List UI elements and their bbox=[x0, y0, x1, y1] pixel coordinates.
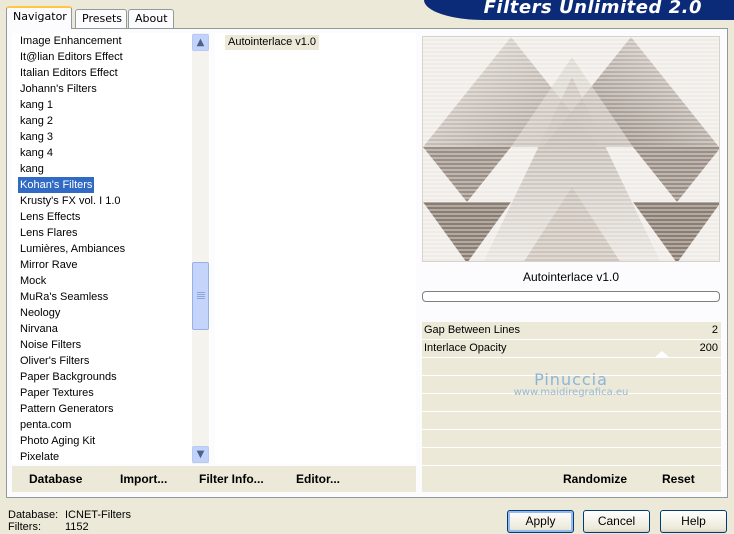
import-button[interactable]: Import... bbox=[120, 472, 167, 486]
filters-value: 1152 bbox=[65, 521, 89, 533]
category-item[interactable]: Krusty's FX vol. I 1.0 bbox=[18, 193, 198, 209]
category-item[interactable]: Kohan's Filters bbox=[18, 177, 94, 193]
database-value: ICNET-Filters bbox=[65, 509, 131, 521]
watermark-url: www.maidiregrafica.eu bbox=[513, 387, 629, 398]
category-item[interactable]: Image Enhancement bbox=[18, 33, 198, 49]
right-toolbar: Randomize Reset bbox=[422, 466, 721, 492]
category-item[interactable]: Nirvana bbox=[18, 321, 198, 337]
scroll-thumb[interactable] bbox=[192, 262, 209, 330]
apply-button[interactable]: Apply bbox=[507, 510, 574, 533]
filters-info: Filters: 1152 bbox=[8, 521, 89, 533]
category-item[interactable]: Noise Filters bbox=[18, 337, 198, 353]
category-item[interactable]: Lens Effects bbox=[18, 209, 198, 225]
category-item[interactable]: It@lian Editors Effect bbox=[18, 49, 198, 65]
category-item[interactable]: Pixelate bbox=[18, 449, 198, 464]
category-item[interactable]: kang bbox=[18, 161, 198, 177]
database-button[interactable]: Database bbox=[29, 472, 82, 486]
help-button[interactable]: Help bbox=[660, 510, 727, 533]
category-scrollbar[interactable]: ▲ ▼ bbox=[192, 33, 209, 464]
param-label: Interlace Opacity bbox=[424, 342, 507, 354]
tab-about[interactable]: About bbox=[128, 9, 174, 29]
category-item[interactable]: Lumières, Ambiances bbox=[18, 241, 198, 257]
param-empty bbox=[422, 430, 721, 448]
preview-filter-name: Autointerlace v1.0 bbox=[522, 270, 620, 284]
category-item[interactable]: kang 1 bbox=[18, 97, 198, 113]
category-item[interactable]: Neology bbox=[18, 305, 198, 321]
param-label: Gap Between Lines bbox=[424, 324, 521, 336]
param-value[interactable]: 2 bbox=[712, 324, 718, 336]
category-item[interactable]: Photo Aging Kit bbox=[18, 433, 198, 449]
database-info: Database: ICNET-Filters bbox=[8, 509, 131, 521]
param-gap-between-lines[interactable]: Gap Between Lines 2 bbox=[422, 322, 721, 340]
brand-title: Filters Unlimited 2.0 bbox=[483, 0, 702, 18]
scroll-up-button[interactable]: ▲ bbox=[192, 34, 209, 51]
left-toolbar: Database Import... Filter Info... Editor… bbox=[12, 466, 416, 492]
category-item[interactable]: Italian Editors Effect bbox=[18, 65, 198, 81]
filter-item-selected[interactable]: Autointerlace v1.0 bbox=[225, 35, 320, 50]
scroll-down-button[interactable]: ▼ bbox=[192, 446, 209, 463]
category-item[interactable]: MuRa's Seamless bbox=[18, 289, 198, 305]
brand-banner: Filters Unlimited 2.0 bbox=[424, 0, 734, 20]
preview-image bbox=[422, 36, 720, 262]
progress-bar bbox=[422, 291, 720, 302]
tab-presets[interactable]: Presets bbox=[75, 9, 127, 29]
category-item[interactable]: Paper Textures bbox=[18, 385, 198, 401]
category-item[interactable]: kang 2 bbox=[18, 113, 198, 129]
param-empty bbox=[422, 412, 721, 430]
category-item[interactable]: Pattern Generators bbox=[18, 401, 198, 417]
cancel-button[interactable]: Cancel bbox=[583, 510, 650, 533]
filters-label: Filters: bbox=[8, 521, 41, 533]
param-interlace-opacity[interactable]: Interlace Opacity 200 bbox=[422, 340, 721, 358]
filter-list[interactable]: Autointerlace v1.0 bbox=[215, 33, 416, 464]
param-empty bbox=[422, 448, 721, 466]
tab-navigator[interactable]: Navigator bbox=[6, 6, 72, 29]
category-item[interactable]: Mirror Rave bbox=[18, 257, 198, 273]
category-item[interactable]: kang 4 bbox=[18, 145, 198, 161]
param-value[interactable]: 200 bbox=[700, 342, 718, 354]
slider-indicator[interactable] bbox=[654, 351, 670, 358]
watermark: Pinuccia www.maidiregrafica.eu bbox=[422, 370, 720, 398]
category-item[interactable]: Oliver's Filters bbox=[18, 353, 198, 369]
reset-button[interactable]: Reset bbox=[662, 472, 695, 486]
filter-info-button[interactable]: Filter Info... bbox=[199, 472, 264, 486]
category-item[interactable]: penta.com bbox=[18, 417, 198, 433]
database-label: Database: bbox=[8, 509, 59, 521]
editor-button[interactable]: Editor... bbox=[296, 472, 340, 486]
category-item[interactable]: Mock bbox=[18, 273, 198, 289]
category-list[interactable]: Image Enhancement It@lian Editors Effect I… bbox=[12, 33, 210, 464]
preview-pattern bbox=[423, 37, 719, 261]
category-item[interactable]: Lens Flares bbox=[18, 225, 198, 241]
grip-icon bbox=[197, 292, 205, 300]
category-item[interactable]: Paper Backgrounds bbox=[18, 369, 198, 385]
category-item[interactable]: kang 3 bbox=[18, 129, 198, 145]
category-item[interactable]: Johann's Filters bbox=[18, 81, 198, 97]
randomize-button[interactable]: Randomize bbox=[563, 472, 627, 486]
